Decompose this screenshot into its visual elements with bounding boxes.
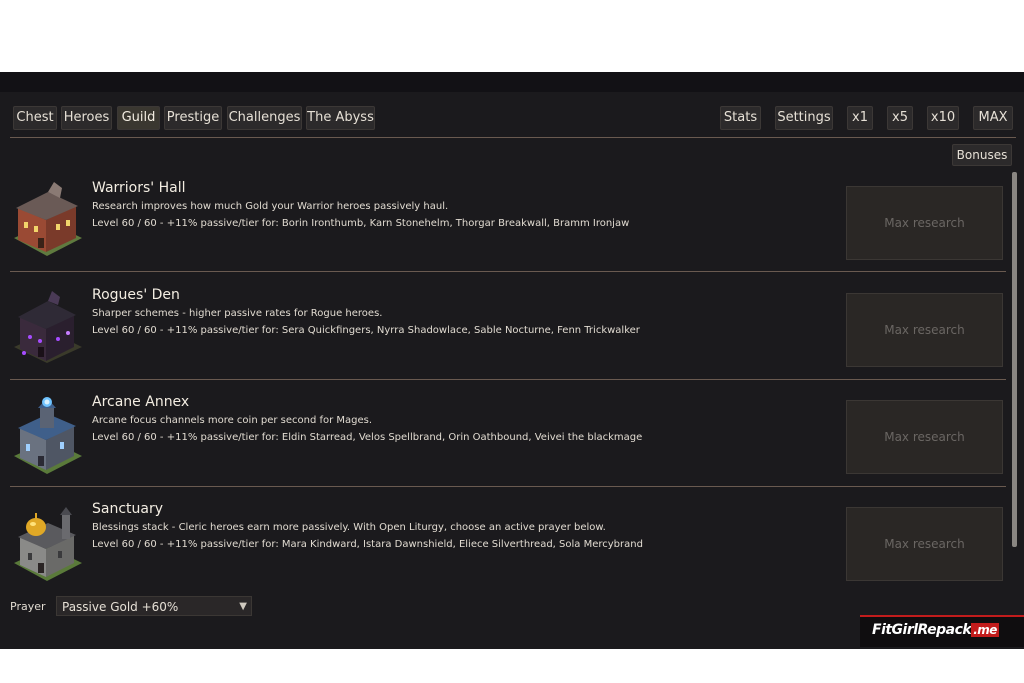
multiplier-x5-button[interactable]: x5 xyxy=(887,106,913,130)
guild-row-arcane-annex: Arcane Annex Arcane focus channels more … xyxy=(10,390,1006,496)
max-research-button[interactable]: Max research xyxy=(846,400,1003,474)
multiplier-x10-button[interactable]: x10 xyxy=(927,106,959,130)
tab-chest[interactable]: Chest xyxy=(13,106,57,130)
header-divider xyxy=(10,137,1016,138)
guild-row-rogues-den: Rogues' Den Sharper schemes - higher pas… xyxy=(10,283,1006,389)
max-research-button[interactable]: Max research xyxy=(846,507,1003,581)
top-strip xyxy=(0,72,1024,92)
bonuses-button[interactable]: Bonuses xyxy=(952,144,1012,166)
prayer-label: Prayer xyxy=(10,600,46,613)
guild-description: Blessings stack - Cleric heroes earn mor… xyxy=(92,522,606,533)
guild-title: Warriors' Hall xyxy=(92,180,186,196)
warriors-hall-building-icon xyxy=(14,182,82,256)
row-divider xyxy=(10,271,1006,272)
max-research-button[interactable]: Max research xyxy=(846,293,1003,367)
guild-level-info: Level 60 / 60 - +11% passive/tier for: S… xyxy=(92,325,640,336)
scrollbar[interactable] xyxy=(1012,172,1017,547)
row-divider xyxy=(10,379,1006,380)
guild-description: Sharper schemes - higher passive rates f… xyxy=(92,308,383,319)
max-research-button[interactable]: Max research xyxy=(846,186,1003,260)
chevron-down-icon: ▼ xyxy=(239,601,247,612)
settings-button[interactable]: Settings xyxy=(775,106,833,130)
tab-guild[interactable]: Guild xyxy=(117,106,160,130)
prayer-selected-value: Passive Gold +60% xyxy=(62,600,179,614)
multiplier-max-button[interactable]: MAX xyxy=(973,106,1013,130)
guild-title: Rogues' Den xyxy=(92,287,180,303)
guild-row-warriors-hall: Warriors' Hall Research improves how muc… xyxy=(10,176,1006,282)
sanctuary-building-icon xyxy=(14,507,82,581)
arcane-annex-building-icon xyxy=(14,397,82,474)
guild-title: Arcane Annex xyxy=(92,394,190,410)
guild-title: Sanctuary xyxy=(92,501,164,517)
prayer-select[interactable]: Passive Gold +60% ▼ xyxy=(56,596,252,616)
tab-heroes[interactable]: Heroes xyxy=(61,106,112,130)
watermark-logo: FitGirlRepack .me xyxy=(860,615,1024,647)
guild-description: Arcane focus channels more coin per seco… xyxy=(92,415,373,426)
guild-row-sanctuary: Sanctuary Blessings stack - Cleric heroe… xyxy=(10,497,1006,603)
tab-the-abyss[interactable]: The Abyss xyxy=(306,106,375,130)
guild-level-info: Level 60 / 60 - +11% passive/tier for: M… xyxy=(92,539,643,550)
stats-button[interactable]: Stats xyxy=(720,106,761,130)
watermark-text: FitGirlRepack .me xyxy=(872,622,999,638)
rogues-den-building-icon xyxy=(14,291,82,363)
tab-challenges[interactable]: Challenges xyxy=(227,106,302,130)
guild-description: Research improves how much Gold your War… xyxy=(92,201,449,212)
row-divider xyxy=(10,486,1006,487)
game-window: Chest Heroes Guild Prestige Challenges T… xyxy=(0,72,1024,649)
tab-prestige[interactable]: Prestige xyxy=(164,106,222,130)
guild-level-info: Level 60 / 60 - +11% passive/tier for: B… xyxy=(92,218,630,229)
guild-level-info: Level 60 / 60 - +11% passive/tier for: E… xyxy=(92,432,643,443)
multiplier-x1-button[interactable]: x1 xyxy=(847,106,873,130)
